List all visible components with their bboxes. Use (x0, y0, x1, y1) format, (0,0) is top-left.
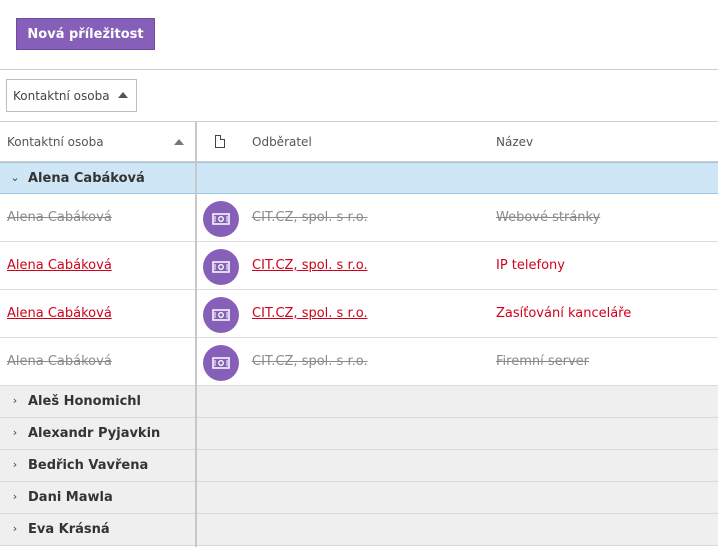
cell-customer-link[interactable]: CIT.CZ, spol. s r.o. (252, 210, 368, 225)
column-divider (195, 122, 197, 547)
cell-contact-link[interactable]: Alena Cabáková (7, 354, 112, 369)
group-by-chip-label: Kontaktní osoba (13, 88, 110, 103)
document-icon (215, 135, 225, 148)
table-row[interactable]: Alena Cabáková CIT.CZ, spol. s r.o. IP t… (0, 242, 718, 290)
group-row-ales-honomichl[interactable]: › Aleš Honomichl (0, 386, 718, 418)
cell-name: IP telefony (496, 258, 565, 273)
cell-name: Firemní server (496, 354, 589, 369)
cell-contact-link[interactable]: Alena Cabáková (7, 306, 112, 321)
group-row-alena-cabakova[interactable]: ⌄ Alena Cabáková (0, 162, 718, 194)
cell-customer-link[interactable]: CIT.CZ, spol. s r.o. (252, 258, 368, 273)
opportunity-money-icon (203, 297, 239, 333)
chevron-right-icon[interactable]: › (10, 522, 20, 535)
column-header-customer[interactable]: Odběratel (252, 135, 312, 149)
chevron-right-icon[interactable]: › (10, 490, 20, 503)
group-label: Dani Mawla (28, 490, 113, 505)
group-row-eva-krasna[interactable]: › Eva Krásná (0, 514, 718, 546)
group-label: Aleš Honomichl (28, 394, 142, 409)
group-row-alexandr-pyjavkin[interactable]: › Alexandr Pyjavkin (0, 418, 718, 450)
chevron-right-icon[interactable]: › (10, 394, 20, 407)
group-row-dani-mawla[interactable]: › Dani Mawla (0, 482, 718, 514)
opportunity-money-icon (203, 201, 239, 237)
chevron-right-icon[interactable]: › (10, 426, 20, 439)
group-label: Alexandr Pyjavkin (28, 426, 161, 441)
opportunity-grid: Kontaktní osoba Odběratel Název ⌄ Alena … (0, 122, 718, 547)
opportunity-money-icon (203, 249, 239, 285)
cell-customer-link[interactable]: CIT.CZ, spol. s r.o. (252, 306, 368, 321)
sort-ascending-icon[interactable] (118, 92, 128, 98)
toolbar: Nová příležitost (0, 0, 718, 70)
group-label: Eva Krásná (28, 522, 110, 537)
grid-header: Kontaktní osoba Odběratel Název (0, 122, 718, 162)
group-by-panel: Kontaktní osoba (0, 70, 718, 122)
group-label: Bedřich Vavřena (28, 458, 149, 473)
cell-contact-link[interactable]: Alena Cabáková (7, 258, 112, 273)
group-by-chip-contact[interactable]: Kontaktní osoba (6, 79, 137, 112)
chevron-right-icon[interactable]: › (10, 458, 20, 471)
sort-ascending-icon[interactable] (174, 139, 184, 145)
table-row[interactable]: Alena Cabáková CIT.CZ, spol. s r.o. Zasí… (0, 290, 718, 338)
cell-customer-link[interactable]: CIT.CZ, spol. s r.o. (252, 354, 368, 369)
chevron-down-icon[interactable]: ⌄ (10, 171, 20, 184)
new-opportunity-button[interactable]: Nová příležitost (16, 18, 155, 50)
table-row[interactable]: Alena Cabáková CIT.CZ, spol. s r.o. Fire… (0, 338, 718, 386)
cell-contact-link[interactable]: Alena Cabáková (7, 210, 112, 225)
column-header-contact[interactable]: Kontaktní osoba (7, 135, 104, 149)
opportunity-money-icon (203, 345, 239, 381)
group-label: Alena Cabáková (28, 171, 145, 186)
cell-name: Zasíťování kanceláře (496, 306, 632, 321)
column-header-name[interactable]: Název (496, 135, 533, 149)
cell-name: Webové stránky (496, 210, 601, 225)
table-row[interactable]: Alena Cabáková CIT.CZ, spol. s r.o. Webo… (0, 194, 718, 242)
group-row-bedrich-vavrena[interactable]: › Bedřich Vavřena (0, 450, 718, 482)
